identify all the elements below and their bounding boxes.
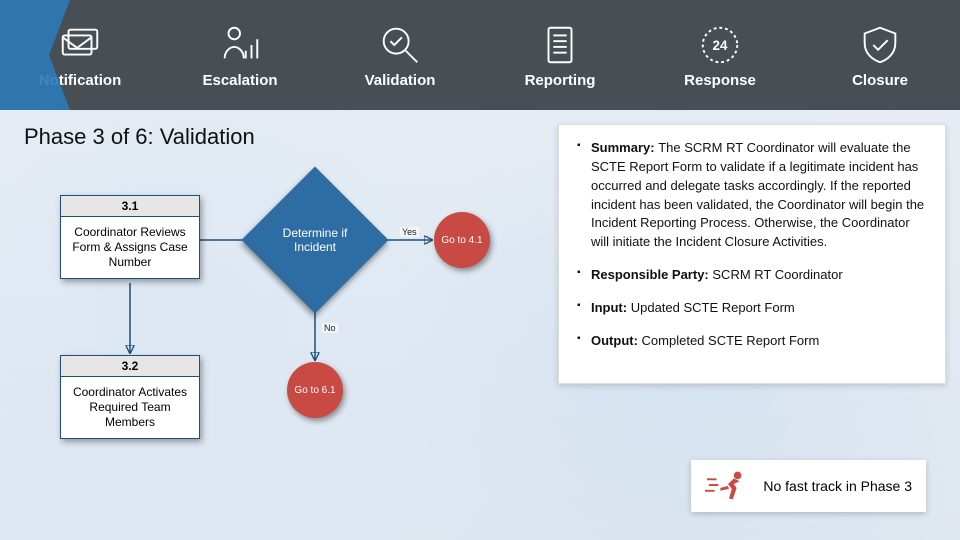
person-bars-icon (217, 22, 263, 68)
info-panel: Summary: The SCRM RT Coordinator will ev… (558, 124, 946, 384)
clock-24-icon: 24 (697, 22, 743, 68)
flow-box-text: Coordinator Reviews Form & Assigns Case … (61, 217, 199, 278)
flow-terminator-text: Go to 6.1 (294, 385, 335, 396)
flow-decision-text: Determine if Incident (263, 188, 367, 292)
svg-text:24: 24 (713, 37, 728, 52)
nav-label: Notification (39, 72, 122, 89)
flow-terminator-4-1: Go to 4.1 (434, 212, 490, 268)
info-lead: Responsible Party: (591, 267, 712, 282)
flow-box-number: 3.2 (61, 356, 199, 377)
nav-reporting: Reporting (490, 22, 630, 89)
nav-response: 24 Response (650, 22, 790, 89)
info-input: Input: Updated SCTE Report Form (577, 299, 929, 318)
info-lead: Input: (591, 300, 631, 315)
edge-label-no: No (322, 323, 338, 333)
shield-check-icon (857, 22, 903, 68)
flow-terminator-text: Go to 4.1 (441, 235, 482, 246)
flow-box-3-1: 3.1 Coordinator Reviews Form & Assigns C… (60, 195, 200, 279)
runner-icon (705, 468, 751, 504)
phase-title: Phase 3 of 6: Validation (24, 124, 255, 150)
phase-nav: Notification Escalation Validation Repor… (0, 0, 960, 110)
fast-track-callout: No fast track in Phase 3 (691, 460, 926, 512)
info-lead: Summary: (591, 140, 658, 155)
flowchart: 3.1 Coordinator Reviews Form & Assigns C… (0, 165, 560, 525)
edge-label-yes: Yes (400, 227, 419, 237)
magnifier-check-icon (377, 22, 423, 68)
flow-box-3-2: 3.2 Coordinator Activates Required Team … (60, 355, 200, 439)
fast-track-text: No fast track in Phase 3 (763, 478, 912, 494)
document-lines-icon (537, 22, 583, 68)
info-body: SCRM RT Coordinator (712, 267, 842, 282)
info-body: The SCRM RT Coordinator will evaluate th… (591, 140, 924, 249)
nav-escalation: Escalation (170, 22, 310, 89)
nav-label: Reporting (525, 72, 596, 89)
flow-decision: Determine if Incident (241, 166, 388, 313)
nav-label: Escalation (202, 72, 277, 89)
info-body: Updated SCTE Report Form (631, 300, 795, 315)
flow-box-number: 3.1 (61, 196, 199, 217)
flow-box-text: Coordinator Activates Required Team Memb… (61, 377, 199, 438)
info-body: Completed SCTE Report Form (642, 333, 820, 348)
nav-validation: Validation (330, 22, 470, 89)
mail-icon (57, 22, 103, 68)
nav-label: Response (684, 72, 756, 89)
flow-terminator-6-1: Go to 6.1 (287, 362, 343, 418)
info-responsible: Responsible Party: SCRM RT Coordinator (577, 266, 929, 285)
info-summary: Summary: The SCRM RT Coordinator will ev… (577, 139, 929, 252)
nav-label: Validation (365, 72, 436, 89)
info-lead: Output: (591, 333, 642, 348)
info-output: Output: Completed SCTE Report Form (577, 332, 929, 351)
nav-label: Closure (852, 72, 908, 89)
nav-closure: Closure (810, 22, 950, 89)
nav-notification: Notification (10, 22, 150, 89)
